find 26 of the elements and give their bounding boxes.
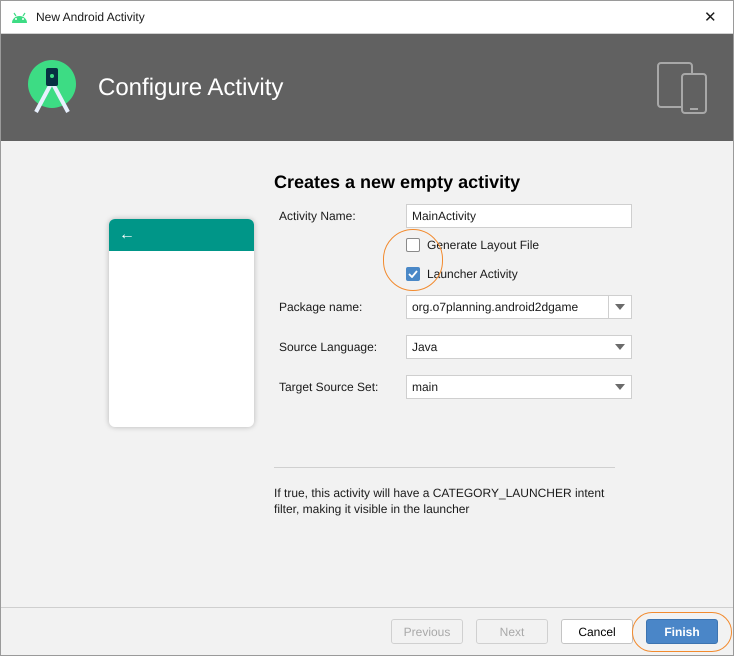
caret-icon (615, 384, 625, 390)
android-studio-logo-icon (27, 60, 77, 116)
field-label: Activity Name: (279, 208, 357, 225)
combo-value: org.o7planning.android2dgame (411, 299, 580, 316)
activity-name-field[interactable]: MainActivity (406, 204, 632, 228)
window-title: New Android Activity (36, 9, 146, 26)
page-title: Configure Activity (98, 72, 284, 102)
form-heading: Creates a new empty activity (274, 171, 522, 194)
caret-icon (615, 344, 625, 350)
checkbox[interactable] (406, 238, 420, 252)
help-text: If true, this activity will have a CATEGORY_LAUNCHER intent filter, making it visible in the launcher (274, 485, 606, 517)
combo-box[interactable]: org.o7planning.android2dgame (406, 295, 632, 319)
android-icon (11, 12, 28, 22)
checkbox[interactable] (406, 267, 420, 281)
close-button[interactable]: ✕ (704, 10, 717, 24)
dropdown[interactable]: Java (406, 335, 632, 359)
caret-icon (615, 304, 625, 310)
dialog-button[interactable]: Cancel (561, 619, 633, 644)
field-label: Target Source Set: (279, 379, 380, 396)
field-label: Package name: (279, 299, 364, 316)
check-icon (408, 270, 418, 278)
dropdown[interactable]: main (406, 375, 632, 399)
back-arrow: ← (119, 227, 135, 243)
dialog-button[interactable]: Finish (646, 619, 718, 644)
field-label: Source Language: (279, 339, 378, 356)
devices-icon (657, 62, 707, 114)
